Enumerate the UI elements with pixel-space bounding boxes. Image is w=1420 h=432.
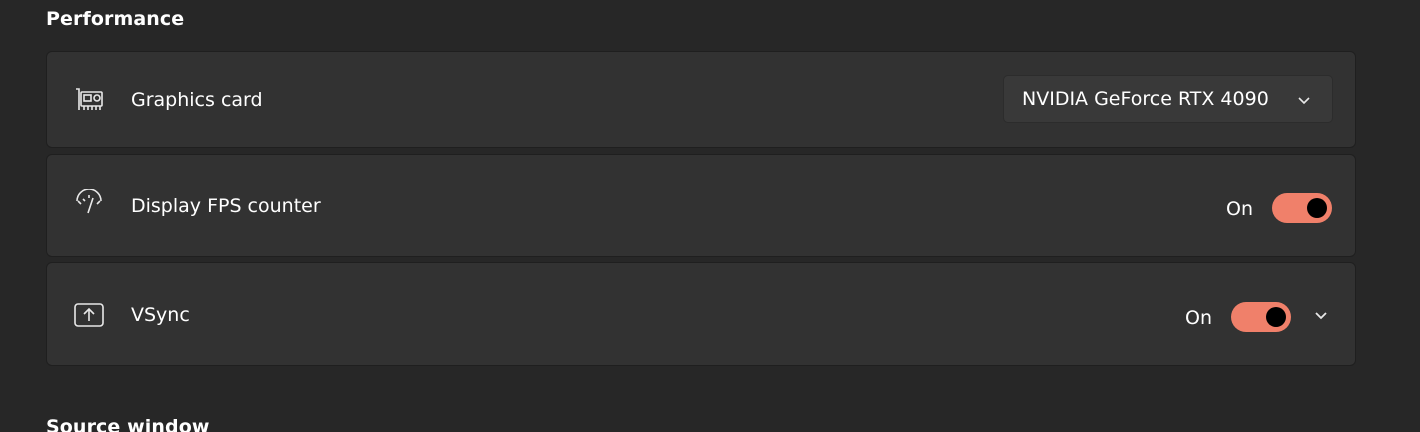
vsync-toggle[interactable] [1231, 302, 1291, 332]
expand-chevron-down-icon[interactable] [1313, 307, 1329, 323]
graphics-card-icon [73, 84, 105, 116]
fps-toggle-state-text: On [1226, 198, 1253, 220]
settings-page: Performance Graphics card NVIDIA GeForce… [0, 0, 1420, 432]
section-title-performance: Performance [46, 8, 185, 30]
vsync-icon [73, 299, 105, 331]
vsync-row[interactable]: VSync On [46, 262, 1356, 366]
vsync-label: VSync [131, 304, 190, 326]
display-fps-counter-row: Display FPS counter On [46, 154, 1356, 257]
display-fps-counter-label: Display FPS counter [131, 195, 321, 217]
vsync-toggle-state-text: On [1185, 307, 1212, 329]
chevron-down-icon [1296, 92, 1312, 108]
graphics-card-row: Graphics card NVIDIA GeForce RTX 4090 [46, 51, 1356, 148]
graphics-card-dropdown[interactable]: NVIDIA GeForce RTX 4090 [1003, 75, 1333, 123]
toggle-knob [1266, 307, 1286, 327]
graphics-card-selected-value: NVIDIA GeForce RTX 4090 [1022, 88, 1269, 110]
toggle-knob [1307, 198, 1327, 218]
fps-counter-toggle[interactable] [1272, 193, 1332, 223]
section-title-source-window: Source window [46, 416, 210, 432]
graphics-card-label: Graphics card [131, 89, 263, 111]
gauge-icon [73, 189, 105, 221]
